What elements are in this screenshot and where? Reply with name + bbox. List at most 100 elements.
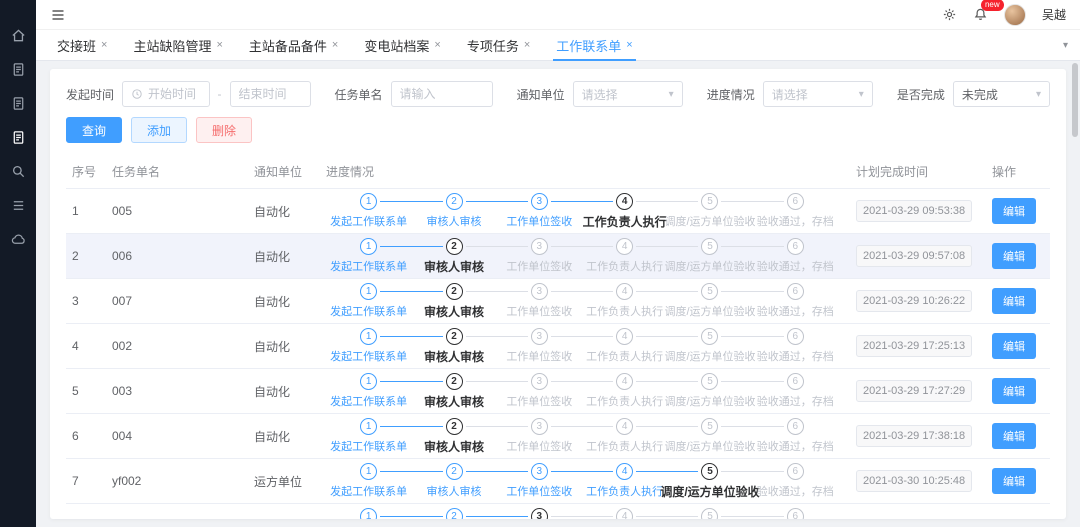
edit-button[interactable]: 编辑 (992, 468, 1036, 494)
edit-button[interactable]: 编辑 (992, 198, 1036, 224)
chevron-down-icon[interactable]: ▾ (1059, 40, 1072, 51)
tab-work-contact-sheet[interactable]: 工作联系单 × (543, 30, 645, 60)
step-label: 工作单位签收 (506, 483, 572, 499)
step-line (411, 471, 442, 472)
step-circle: 1 (360, 508, 377, 520)
scrollbar-thumb[interactable] (1072, 63, 1078, 137)
step-6: 6验收通过，存档 (753, 508, 838, 520)
step-line (466, 246, 497, 247)
cell-task-name: 006 (106, 249, 248, 263)
step-circle: 2 (446, 463, 463, 480)
col-header-steps: 进度情况 (320, 163, 850, 180)
step-circle: 4 (616, 463, 633, 480)
tab-label: 变电站档案 (364, 36, 429, 55)
step-6: 6验收通过，存档 (753, 373, 838, 410)
step-5: 5调度/运方单位验收 (667, 373, 752, 410)
notify-unit-select[interactable]: 请选择 ▾ (573, 81, 683, 107)
hamburger-menu-icon[interactable] (50, 7, 66, 23)
page-scrollbar[interactable] (1072, 63, 1078, 525)
end-time-field[interactable] (239, 87, 302, 101)
cloud-icon[interactable] (11, 232, 26, 247)
step-line (380, 201, 411, 202)
step-line (466, 426, 497, 427)
search-icon[interactable] (11, 164, 26, 179)
table-row[interactable]: 7yf002运方单位1发起工作联系单2审核人审核3工作单位签收4工作负责人执行5… (66, 459, 1050, 504)
complete-select[interactable]: 未完成 ▾ (953, 81, 1050, 107)
edit-button[interactable]: 编辑 (992, 378, 1036, 404)
close-icon[interactable]: × (101, 39, 107, 51)
step-3: 3工作单位签收 (497, 328, 582, 365)
close-icon[interactable]: × (524, 39, 530, 51)
cell-progress: 1发起工作联系单2审核人审核3工作单位签收4工作负责人执行5调度/运方单位验收6… (320, 283, 850, 320)
avatar[interactable] (1004, 4, 1026, 26)
step-label: 审核人审核 (424, 438, 484, 455)
cell-progress: 1发起工作联系单2审核人审核3工作单位签收4工作负责人执行5调度/运方单位验收6… (320, 373, 850, 410)
step-line (551, 471, 582, 472)
col-header-op: 操作 (986, 163, 1050, 180)
step-3: 3工作单位签收 (497, 373, 582, 410)
step-line (497, 201, 528, 202)
table-row[interactable]: 6004自动化1发起工作联系单2审核人审核3工作单位签收4工作负责人执行5调度/… (66, 414, 1050, 459)
step-line (667, 381, 698, 382)
cell-task-name: 003 (106, 384, 248, 398)
step-line (753, 381, 784, 382)
end-time-input[interactable] (230, 81, 311, 107)
cell-operation: 编辑 (986, 243, 1050, 269)
tab-substation-archive[interactable]: 变电站档案 × (351, 30, 453, 60)
step-line (753, 336, 784, 337)
edit-button[interactable]: 编辑 (992, 243, 1036, 269)
step-line (582, 201, 613, 202)
table-row[interactable]: 1005自动化1发起工作联系单2审核人审核3工作单位签收4工作负责人执行5调度/… (66, 189, 1050, 234)
step-label: 审核人审核 (424, 303, 484, 320)
table-row[interactable]: 1发起工作联系单2审核人审核3工作单位签收4工作负责人执行5调度/运方单位验收6… (66, 504, 1050, 519)
tab-shift-handover[interactable]: 交接班 × (44, 30, 120, 60)
close-icon[interactable]: × (434, 39, 440, 51)
table-row[interactable]: 4002自动化1发起工作联系单2审核人审核3工作单位签收4工作负责人执行5调度/… (66, 324, 1050, 369)
search-button[interactable]: 查询 (66, 117, 122, 143)
step-circle: 4 (616, 508, 633, 520)
document-icon-active[interactable] (11, 130, 26, 145)
step-line (667, 426, 698, 427)
step-label: 工作负责人执行 (586, 348, 663, 364)
add-button[interactable]: 添加 (131, 117, 187, 143)
gear-icon[interactable] (942, 7, 957, 22)
start-time-input[interactable] (122, 81, 209, 107)
step-6: 6验收通过，存档 (753, 463, 838, 500)
filter-bar: 发起时间 - 任务单名 (66, 81, 1050, 107)
col-header-no: 序号 (66, 163, 106, 180)
delete-button[interactable]: 删除 (196, 117, 252, 143)
table-row[interactable]: 2006自动化1发起工作联系单2审核人审核3工作单位签收4工作负责人执行5调度/… (66, 234, 1050, 279)
table-row[interactable]: 5003自动化1发起工作联系单2审核人审核3工作单位签收4工作负责人执行5调度/… (66, 369, 1050, 414)
step-label: 验收通过，存档 (757, 393, 834, 409)
close-icon[interactable]: × (332, 39, 338, 51)
tab-special-task[interactable]: 专项任务 × (454, 30, 543, 60)
step-circle: 2 (446, 193, 463, 210)
bell-icon[interactable]: new (973, 7, 988, 22)
document-icon-1[interactable] (11, 62, 26, 77)
tab-spare-parts[interactable]: 主站备品备件 × (236, 30, 351, 60)
close-icon[interactable]: × (216, 39, 222, 51)
step-label: 发起工作联系单 (330, 348, 407, 364)
task-name-field[interactable] (400, 87, 484, 101)
step-4: 4工作负责人执行 (582, 328, 667, 365)
user-name[interactable]: 吴越 (1042, 6, 1066, 23)
start-time-field[interactable] (148, 87, 200, 101)
tab-defect-management[interactable]: 主站缺陷管理 × (120, 30, 235, 60)
edit-button[interactable]: 编辑 (992, 333, 1036, 359)
step-5: 5调度/运方单位验收 (667, 508, 752, 520)
plan-time-value: 2021-03-30 10:25:48 (856, 470, 972, 492)
progress-select[interactable]: 请选择 ▾ (763, 81, 873, 107)
step-2: 2审核人审核 (411, 238, 496, 275)
document-icon-2[interactable] (11, 96, 26, 111)
step-line (466, 516, 497, 517)
task-name-input[interactable] (391, 81, 493, 107)
cell-plan-time: 2021-03-29 10:26:22 (850, 290, 986, 312)
home-icon[interactable] (11, 28, 26, 43)
list-icon[interactable] (11, 198, 26, 213)
edit-button[interactable]: 编辑 (992, 288, 1036, 314)
step-5: 5调度/运方单位验收 (667, 193, 752, 230)
edit-button[interactable]: 编辑 (992, 423, 1036, 449)
table-row[interactable]: 3007自动化1发起工作联系单2审核人审核3工作单位签收4工作负责人执行5调度/… (66, 279, 1050, 324)
close-icon[interactable]: × (626, 39, 632, 51)
cell-notify-unit: 自动化 (248, 293, 320, 310)
